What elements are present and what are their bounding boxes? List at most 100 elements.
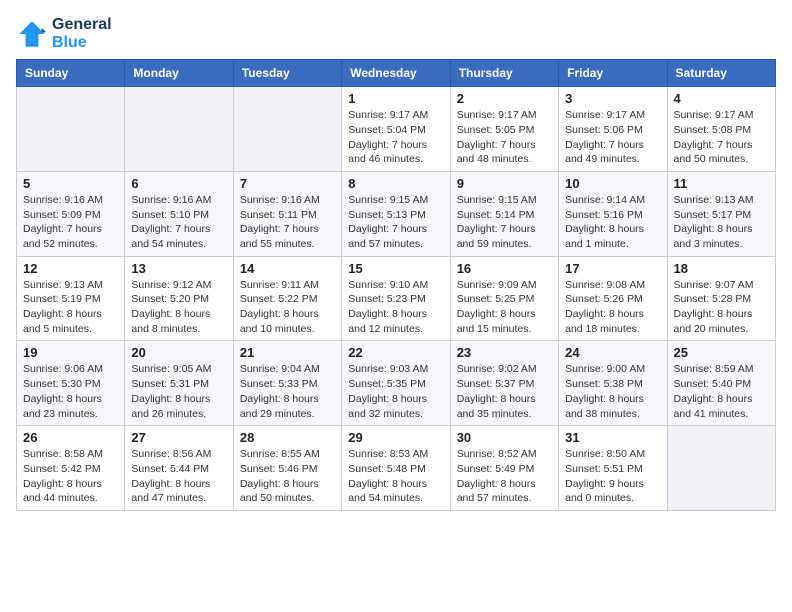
day-number: 31 — [565, 430, 660, 445]
day-info: Sunrise: 9:17 AM Sunset: 5:05 PM Dayligh… — [457, 108, 552, 167]
calendar-day-cell: 17Sunrise: 9:08 AM Sunset: 5:26 PM Dayli… — [559, 256, 667, 341]
weekday-header-saturday: Saturday — [667, 60, 775, 87]
calendar-day-cell: 13 Sunrise: 9:12 AM Sunset: 5:20 PM Dayli… — [125, 256, 233, 341]
page-header: General Blue — [16, 16, 776, 51]
day-info: Sunrise: 9:00 AM Sunset: 5:38 PM Dayligh… — [565, 362, 660, 421]
day-number: 7 — [240, 176, 335, 191]
calendar-day-cell: 3Sunrise: 9:17 AM Sunset: 5:06 PM Daylig… — [559, 87, 667, 172]
day-info: Sunrise: 9:17 AM Sunset: 5:04 PM Dayligh… — [348, 108, 443, 167]
day-number: 5 — [23, 176, 118, 191]
calendar-day-cell: 20 Sunrise: 9:05 AM Sunset: 5:31 PM Dayli… — [125, 341, 233, 426]
day-info: Sunrise: 9:17 AM Sunset: 5:08 PM Dayligh… — [674, 108, 769, 167]
weekday-header-monday: Monday — [125, 60, 233, 87]
day-number: 4 — [674, 91, 769, 106]
logo-icon — [16, 18, 48, 50]
calendar-day-cell: 30 Sunrise: 8:52 AM Sunset: 5:49 PM Dayli… — [450, 426, 558, 511]
weekday-header-sunday: Sunday — [17, 60, 125, 87]
calendar-day-cell: 21 Sunrise: 9:04 AM Sunset: 5:33 PM Dayli… — [233, 341, 341, 426]
day-info: Sunrise: 9:13 AM Sunset: 5:19 PM Dayligh… — [23, 278, 118, 337]
calendar-week-row: 5 Sunrise: 9:16 AM Sunset: 5:09 PM Daylig… — [17, 171, 776, 256]
day-number: 16 — [457, 261, 552, 276]
calendar-day-cell: 12 Sunrise: 9:13 AM Sunset: 5:19 PM Dayli… — [17, 256, 125, 341]
day-info: Sunrise: 9:13 AM Sunset: 5:17 PM Dayligh… — [674, 193, 769, 252]
calendar-day-cell: 24 Sunrise: 9:00 AM Sunset: 5:38 PM Dayli… — [559, 341, 667, 426]
calendar-day-cell: 2 Sunrise: 9:17 AM Sunset: 5:05 PM Daylig… — [450, 87, 558, 172]
day-info: Sunrise: 8:52 AM Sunset: 5:49 PM Dayligh… — [457, 447, 552, 506]
weekday-header-tuesday: Tuesday — [233, 60, 341, 87]
day-info: Sunrise: 9:11 AM Sunset: 5:22 PM Dayligh… — [240, 278, 335, 337]
calendar-week-row: 26Sunrise: 8:58 AM Sunset: 5:42 PM Dayli… — [17, 426, 776, 511]
empty-cell — [125, 87, 233, 172]
calendar-day-cell: 19 Sunrise: 9:06 AM Sunset: 5:30 PM Dayli… — [17, 341, 125, 426]
day-number: 23 — [457, 345, 552, 360]
day-number: 1 — [348, 91, 443, 106]
day-number: 10 — [565, 176, 660, 191]
calendar-day-cell: 22Sunrise: 9:03 AM Sunset: 5:35 PM Dayli… — [342, 341, 450, 426]
calendar-day-cell: 11 Sunrise: 9:13 AM Sunset: 5:17 PM Dayli… — [667, 171, 775, 256]
day-info: Sunrise: 9:09 AM Sunset: 5:25 PM Dayligh… — [457, 278, 552, 337]
day-number: 29 — [348, 430, 443, 445]
calendar-day-cell: 14 Sunrise: 9:11 AM Sunset: 5:22 PM Dayli… — [233, 256, 341, 341]
calendar-day-cell: 8Sunrise: 9:15 AM Sunset: 5:13 PM Daylig… — [342, 171, 450, 256]
calendar-week-row: 19 Sunrise: 9:06 AM Sunset: 5:30 PM Dayli… — [17, 341, 776, 426]
day-info: Sunrise: 9:08 AM Sunset: 5:26 PM Dayligh… — [565, 278, 660, 337]
day-info: Sunrise: 8:58 AM Sunset: 5:42 PM Dayligh… — [23, 447, 118, 506]
day-info: Sunrise: 9:16 AM Sunset: 5:10 PM Dayligh… — [131, 193, 226, 252]
day-info: Sunrise: 9:02 AM Sunset: 5:37 PM Dayligh… — [457, 362, 552, 421]
calendar-day-cell: 31 Sunrise: 8:50 AM Sunset: 5:51 PM Dayli… — [559, 426, 667, 511]
day-number: 13 — [131, 261, 226, 276]
day-number: 15 — [348, 261, 443, 276]
day-info: Sunrise: 8:59 AM Sunset: 5:40 PM Dayligh… — [674, 362, 769, 421]
calendar-week-row: 1 Sunrise: 9:17 AM Sunset: 5:04 PM Daylig… — [17, 87, 776, 172]
empty-cell — [233, 87, 341, 172]
day-number: 12 — [23, 261, 118, 276]
day-number: 20 — [131, 345, 226, 360]
calendar-day-cell: 7 Sunrise: 9:16 AM Sunset: 5:11 PM Daylig… — [233, 171, 341, 256]
day-info: Sunrise: 9:15 AM Sunset: 5:13 PM Dayligh… — [348, 193, 443, 252]
calendar-day-cell: 27Sunrise: 8:56 AM Sunset: 5:44 PM Dayli… — [125, 426, 233, 511]
calendar-table: SundayMondayTuesdayWednesdayThursdayFrid… — [16, 59, 776, 511]
day-number: 21 — [240, 345, 335, 360]
logo-text: General Blue — [52, 16, 112, 51]
day-number: 11 — [674, 176, 769, 191]
day-info: Sunrise: 8:56 AM Sunset: 5:44 PM Dayligh… — [131, 447, 226, 506]
logo: General Blue — [16, 16, 112, 51]
weekday-header-friday: Friday — [559, 60, 667, 87]
day-info: Sunrise: 9:17 AM Sunset: 5:06 PM Dayligh… — [565, 108, 660, 167]
calendar-day-cell: 6 Sunrise: 9:16 AM Sunset: 5:10 PM Daylig… — [125, 171, 233, 256]
day-info: Sunrise: 8:50 AM Sunset: 5:51 PM Dayligh… — [565, 447, 660, 506]
calendar-week-row: 12 Sunrise: 9:13 AM Sunset: 5:19 PM Dayli… — [17, 256, 776, 341]
day-info: Sunrise: 9:12 AM Sunset: 5:20 PM Dayligh… — [131, 278, 226, 337]
calendar-day-cell: 16 Sunrise: 9:09 AM Sunset: 5:25 PM Dayli… — [450, 256, 558, 341]
weekday-header-thursday: Thursday — [450, 60, 558, 87]
day-info: Sunrise: 9:03 AM Sunset: 5:35 PM Dayligh… — [348, 362, 443, 421]
day-info: Sunrise: 9:16 AM Sunset: 5:09 PM Dayligh… — [23, 193, 118, 252]
calendar-day-cell: 18Sunrise: 9:07 AM Sunset: 5:28 PM Dayli… — [667, 256, 775, 341]
calendar-day-cell: 4 Sunrise: 9:17 AM Sunset: 5:08 PM Daylig… — [667, 87, 775, 172]
calendar-day-cell: 28Sunrise: 8:55 AM Sunset: 5:46 PM Dayli… — [233, 426, 341, 511]
day-number: 2 — [457, 91, 552, 106]
day-info: Sunrise: 9:07 AM Sunset: 5:28 PM Dayligh… — [674, 278, 769, 337]
calendar-day-cell: 15 Sunrise: 9:10 AM Sunset: 5:23 PM Dayli… — [342, 256, 450, 341]
calendar-day-cell: 5 Sunrise: 9:16 AM Sunset: 5:09 PM Daylig… — [17, 171, 125, 256]
calendar-day-cell: 26Sunrise: 8:58 AM Sunset: 5:42 PM Dayli… — [17, 426, 125, 511]
day-number: 9 — [457, 176, 552, 191]
day-info: Sunrise: 9:06 AM Sunset: 5:30 PM Dayligh… — [23, 362, 118, 421]
calendar-day-cell: 1 Sunrise: 9:17 AM Sunset: 5:04 PM Daylig… — [342, 87, 450, 172]
day-number: 24 — [565, 345, 660, 360]
day-number: 30 — [457, 430, 552, 445]
day-info: Sunrise: 9:16 AM Sunset: 5:11 PM Dayligh… — [240, 193, 335, 252]
day-number: 25 — [674, 345, 769, 360]
calendar-day-cell: 29Sunrise: 8:53 AM Sunset: 5:48 PM Dayli… — [342, 426, 450, 511]
weekday-header-wednesday: Wednesday — [342, 60, 450, 87]
day-info: Sunrise: 9:15 AM Sunset: 5:14 PM Dayligh… — [457, 193, 552, 252]
day-info: Sunrise: 9:10 AM Sunset: 5:23 PM Dayligh… — [348, 278, 443, 337]
day-number: 6 — [131, 176, 226, 191]
day-number: 19 — [23, 345, 118, 360]
day-info: Sunrise: 9:04 AM Sunset: 5:33 PM Dayligh… — [240, 362, 335, 421]
calendar-day-cell: 25 Sunrise: 8:59 AM Sunset: 5:40 PM Dayli… — [667, 341, 775, 426]
calendar-day-cell: 23 Sunrise: 9:02 AM Sunset: 5:37 PM Dayli… — [450, 341, 558, 426]
weekday-header-row: SundayMondayTuesdayWednesdayThursdayFrid… — [17, 60, 776, 87]
day-number: 14 — [240, 261, 335, 276]
day-info: Sunrise: 9:05 AM Sunset: 5:31 PM Dayligh… — [131, 362, 226, 421]
